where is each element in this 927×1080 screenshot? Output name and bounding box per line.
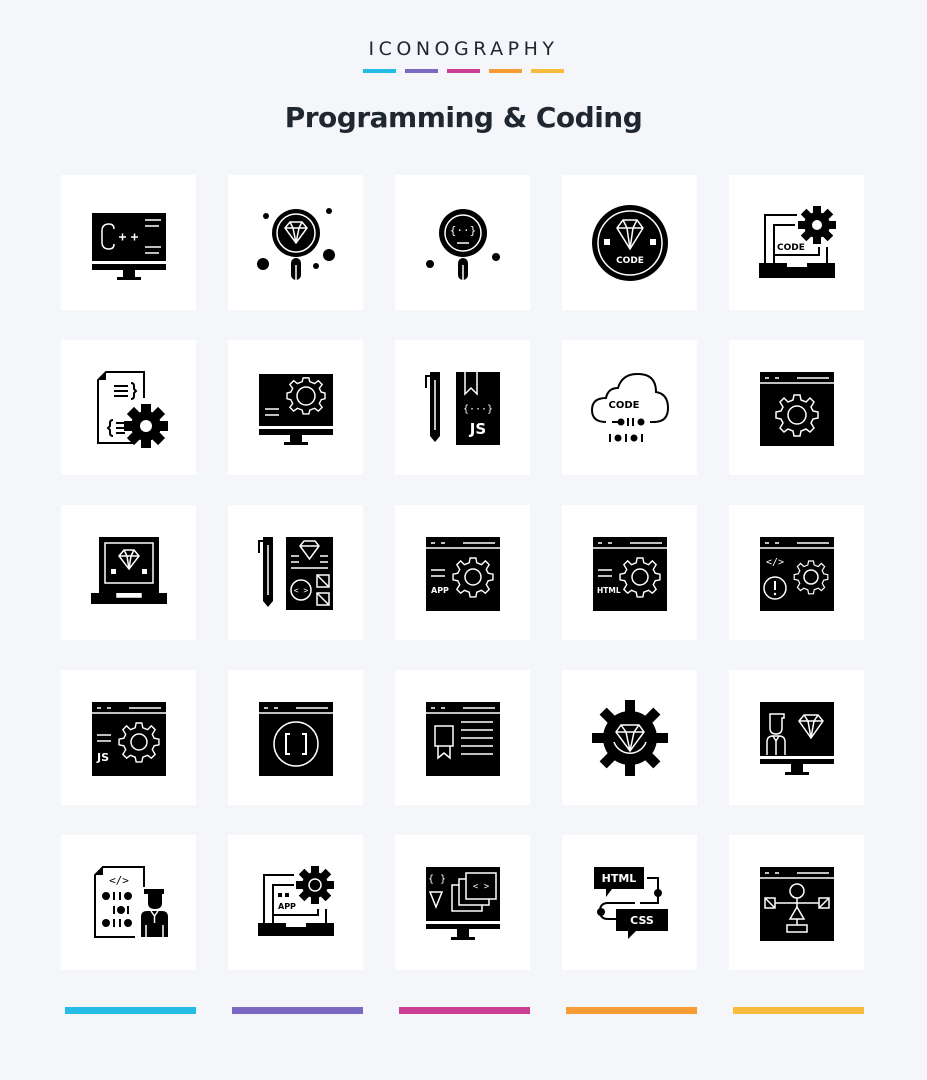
app-text: APP (278, 902, 296, 911)
code-tag-text: </> (109, 874, 129, 887)
cloud-code-binary-icon: CODE (590, 372, 669, 442)
icon-tile[interactable]: HTML (562, 505, 697, 640)
icon-tile[interactable]: {··} (395, 175, 530, 310)
icon-tile[interactable]: HTML CSS (562, 835, 697, 970)
icon-tile[interactable]: < > (228, 505, 363, 640)
icon-tile[interactable]: </> (61, 835, 196, 970)
icon-tile[interactable]: CODE (729, 175, 864, 310)
color-bar-purple (232, 1007, 363, 1014)
color-bar-orange (566, 1007, 697, 1014)
browser-settings-icon (759, 371, 834, 446)
monitor-layers-code-icon: { } < > (425, 866, 500, 940)
footer-color-bars (65, 1007, 864, 1014)
svg-text:{ }: { } (427, 874, 445, 885)
icon-tile[interactable]: {···} JS (395, 340, 530, 475)
diamond-search-icon (256, 207, 335, 280)
code-text: CODE (608, 400, 639, 411)
icon-tile[interactable] (61, 175, 196, 310)
color-bar-cyan (65, 1007, 196, 1014)
js-book-pen-icon: {···} JS (424, 371, 500, 445)
color-bar-yellow (531, 69, 564, 73)
icon-tile[interactable]: CODE (562, 175, 697, 310)
icon-tile[interactable] (228, 670, 363, 805)
svg-text:{···}: {···} (462, 404, 492, 415)
icon-tile[interactable] (729, 835, 864, 970)
js-text: JS (96, 751, 109, 764)
code-text: < > (293, 586, 308, 595)
icon-tile[interactable] (562, 670, 697, 805)
code-text: < > (472, 882, 489, 892)
icon-tile[interactable] (729, 670, 864, 805)
icon-tile[interactable] (61, 505, 196, 640)
app-text: APP (431, 586, 449, 595)
laptop-app-settings-icon: APP (257, 865, 334, 936)
css-text: CSS (630, 914, 654, 927)
monitor-settings-icon (258, 373, 333, 445)
color-bar-purple (405, 69, 438, 73)
html-text: HTML (597, 586, 621, 595)
code-file-settings-icon (96, 370, 168, 448)
html-text: HTML (601, 872, 636, 885)
color-bar-magenta (399, 1007, 530, 1014)
monitor-developer-diamond-icon (759, 701, 834, 775)
cpp-monitor-icon (91, 212, 166, 280)
icon-tile[interactable] (228, 340, 363, 475)
icon-grid: {··} CODE CODE {···} JS CODE < > APP HTM… (61, 175, 864, 970)
gear-diamond-icon (591, 699, 668, 776)
binary-file-developer-icon: </> (93, 865, 168, 938)
icon-tile[interactable] (395, 670, 530, 805)
design-document-pen-icon: < > (257, 536, 333, 610)
code-tag-text: </> (765, 557, 783, 568)
diamond-code-badge-icon: CODE (591, 204, 668, 281)
icon-tile[interactable]: { } < > (395, 835, 530, 970)
html-css-chat-icon: HTML CSS (593, 866, 668, 939)
color-bar-yellow (733, 1007, 864, 1014)
code-text: CODE (777, 243, 805, 253)
laptop-diamond-icon (90, 536, 167, 604)
browser-article-badge-icon (425, 701, 500, 776)
icon-tile[interactable]: APP (395, 505, 530, 640)
icon-tile[interactable]: APP (228, 835, 363, 970)
color-bar-cyan (363, 69, 396, 73)
browser-js-settings-icon: JS (91, 701, 166, 776)
code-text: CODE (616, 256, 644, 266)
laptop-code-settings-icon: CODE (758, 205, 836, 278)
browser-flowchart-icon (759, 866, 834, 941)
browser-code-error-settings-icon: </> (759, 536, 834, 611)
browser-app-settings-icon: APP (425, 536, 500, 611)
js-text: JS (468, 420, 485, 438)
icon-tile[interactable] (228, 175, 363, 310)
browser-brackets-icon (258, 701, 333, 776)
browser-html-settings-icon: HTML (592, 536, 667, 611)
kicker-label: ICONOGRAPHY (368, 38, 559, 60)
code-braces-text: {··} (449, 224, 476, 237)
kicker-color-bars (363, 69, 564, 73)
icon-tile[interactable] (61, 340, 196, 475)
icon-tile[interactable]: JS (61, 670, 196, 805)
icon-tile[interactable] (729, 340, 864, 475)
color-bar-orange (489, 69, 522, 73)
page-title: Programming & Coding (284, 100, 643, 134)
icon-tile[interactable]: CODE (562, 340, 697, 475)
code-search-icon: {··} (425, 208, 500, 280)
icon-tile[interactable]: </> (729, 505, 864, 640)
color-bar-magenta (447, 69, 480, 73)
